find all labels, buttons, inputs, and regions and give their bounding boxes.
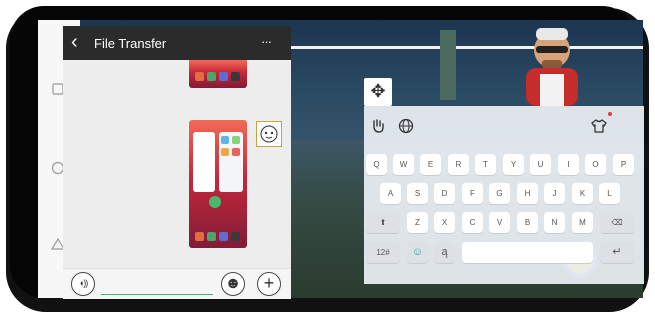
key[interactable]: C (462, 212, 483, 233)
message-list (63, 60, 291, 268)
key[interactable]: J (544, 183, 565, 204)
shift-key[interactable]: ⬆ (366, 212, 400, 233)
chat-window: ‹ File Transfer ··· ◖)) ☻ + (63, 26, 291, 299)
key[interactable]: G (489, 183, 510, 204)
symbols-key[interactable]: 12# (366, 242, 400, 263)
key[interactable]: D (434, 183, 455, 204)
image-message[interactable] (189, 120, 247, 248)
plus-icon[interactable]: + (257, 272, 281, 296)
tower (440, 30, 456, 100)
backspace-key[interactable]: ⌫ (600, 212, 634, 233)
voice-icon[interactable]: ◖)) (71, 272, 95, 296)
key[interactable]: U (530, 154, 551, 175)
chat-title: File Transfer (94, 36, 167, 51)
key[interactable]: V (489, 212, 510, 233)
chat-input-bar: ◖)) ☻ + (63, 268, 291, 299)
hand-icon[interactable] (370, 118, 386, 134)
emoji-icon[interactable]: ☻ (221, 272, 245, 296)
image-message[interactable] (189, 60, 247, 88)
key[interactable]: A (380, 183, 401, 204)
key[interactable]: L (599, 183, 620, 204)
chat-header: ‹ File Transfer ··· (63, 26, 291, 60)
key[interactable]: K (572, 183, 593, 204)
key[interactable]: R (448, 154, 469, 175)
key[interactable]: H (517, 183, 538, 204)
key[interactable]: Y (503, 154, 524, 175)
key[interactable]: T (475, 154, 496, 175)
key[interactable]: I (558, 154, 579, 175)
message-input[interactable] (101, 294, 213, 295)
back-arrow-icon[interactable]: ‹ (71, 30, 78, 54)
keyboard-move-handle[interactable]: ✥ (364, 78, 392, 106)
keyboard-toolbar (364, 106, 644, 146)
character-avatar (526, 28, 578, 106)
notification-dot (608, 112, 612, 116)
key[interactable]: E (420, 154, 441, 175)
key[interactable]: F (462, 183, 483, 204)
cartoon-avatar-icon (260, 125, 278, 143)
language-key[interactable]: ą (434, 242, 455, 263)
more-options-icon[interactable]: ··· (261, 34, 272, 49)
floating-keyboard: Q W E R T Y U I O P A S D F G H J K L ⬆ … (364, 106, 644, 284)
globe-icon[interactable] (398, 118, 414, 134)
key[interactable]: M (572, 212, 593, 233)
key[interactable]: B (517, 212, 538, 233)
key[interactable]: N (544, 212, 565, 233)
user-avatar[interactable] (256, 121, 282, 147)
enter-key[interactable]: ↵ (600, 242, 634, 263)
key[interactable]: W (393, 154, 414, 175)
space-key[interactable] (462, 242, 593, 263)
key[interactable]: X (434, 212, 455, 233)
key[interactable]: Q (366, 154, 387, 175)
key[interactable]: P (613, 154, 634, 175)
key[interactable]: Z (407, 212, 428, 233)
emoji-key[interactable]: ☺ (407, 242, 428, 263)
key[interactable]: S (407, 183, 428, 204)
key[interactable]: O (585, 154, 606, 175)
shirt-icon[interactable] (590, 118, 608, 134)
